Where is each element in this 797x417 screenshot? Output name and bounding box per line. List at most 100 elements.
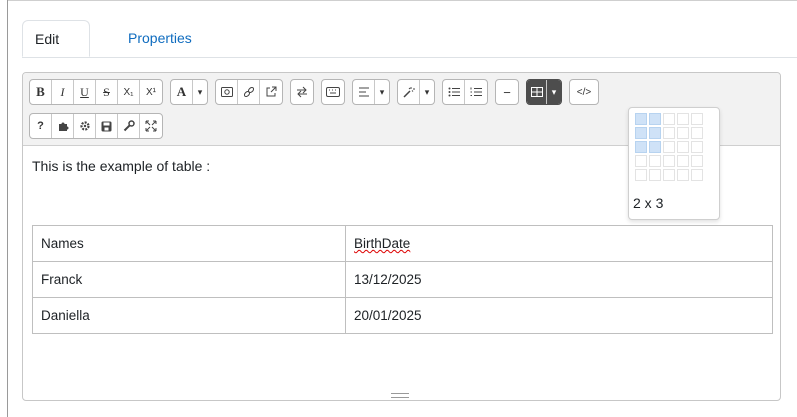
strikethrough-button[interactable]: S: [96, 80, 118, 104]
table-size-cell[interactable]: [677, 141, 689, 153]
align-dropdown[interactable]: ▾: [375, 80, 389, 104]
embed-button[interactable]: [260, 80, 282, 104]
clear-format-group: ▾: [397, 79, 435, 105]
numbered-list-icon: [470, 87, 482, 96]
table-size-cell[interactable]: [649, 127, 661, 139]
numbered-list-button[interactable]: [465, 80, 487, 104]
table-size-picker: 2 x 3: [628, 107, 720, 220]
table-size-cell[interactable]: [635, 169, 647, 181]
html-source-button[interactable]: </>: [570, 80, 598, 104]
table-size-cell[interactable]: [649, 113, 661, 125]
table-group: ▾: [526, 79, 562, 105]
table-cell[interactable]: Daniella: [32, 297, 346, 334]
table-size-cell[interactable]: [691, 155, 703, 167]
table-cell[interactable]: 20/01/2025: [345, 297, 773, 334]
arrows-exchange-icon: [297, 86, 307, 98]
tab-edit-page[interactable]: Edit page: [22, 20, 90, 83]
content-table[interactable]: Names BirthDate Franck 13/12/2025 Daniel…: [32, 225, 773, 334]
table-size-cell[interactable]: [691, 141, 703, 153]
tools-group: ?: [29, 113, 163, 139]
image-button[interactable]: [216, 80, 238, 104]
table-size-grid[interactable]: [635, 113, 703, 181]
help-button[interactable]: ?: [30, 114, 52, 138]
table-size-cell[interactable]: [663, 113, 675, 125]
font-color-dropdown[interactable]: ▾: [193, 80, 207, 104]
table-size-cell[interactable]: [635, 127, 647, 139]
fullscreen-button[interactable]: [140, 114, 162, 138]
table-size-cell[interactable]: [649, 141, 661, 153]
table-size-cell[interactable]: [691, 169, 703, 181]
subscript-button[interactable]: X₁: [118, 80, 140, 104]
frame-left-border: [7, 0, 8, 417]
page-tabs: Edit page Properties: [22, 20, 797, 83]
swap-group: [290, 79, 314, 105]
swap-direction-button[interactable]: [291, 80, 313, 104]
keyboard-button[interactable]: [322, 80, 344, 104]
align-button[interactable]: [353, 80, 375, 104]
plugin-button[interactable]: [52, 114, 74, 138]
table-size-cell[interactable]: [635, 155, 647, 167]
resize-handle[interactable]: [391, 393, 409, 398]
gear-icon: [79, 121, 90, 131]
superscript-button[interactable]: X¹: [140, 80, 162, 104]
link-icon: [243, 86, 254, 98]
table-cell[interactable]: Names: [32, 225, 346, 262]
align-icon: [358, 87, 369, 97]
table-icon: [530, 87, 543, 97]
link-button[interactable]: [238, 80, 260, 104]
table-row[interactable]: Franck 13/12/2025: [32, 261, 773, 298]
frame-top-border: [7, 0, 797, 1]
toolbar-row-1: B I U S X₁ X¹ A ▾ ▾ ▾ − ▾ </>: [29, 79, 606, 105]
clear-formatting-button[interactable]: [398, 80, 420, 104]
table-cell[interactable]: BirthDate: [345, 225, 773, 262]
table-row[interactable]: Daniella 20/01/2025: [32, 297, 773, 334]
table-size-cell[interactable]: [663, 127, 675, 139]
table-size-label: 2 x 3: [633, 195, 664, 211]
table-size-cell[interactable]: [691, 127, 703, 139]
puzzle-icon: [58, 122, 68, 131]
italic-button[interactable]: I: [52, 80, 74, 104]
table-size-cell[interactable]: [677, 127, 689, 139]
table-size-cell[interactable]: [677, 155, 689, 167]
settings-button[interactable]: [74, 114, 96, 138]
clear-formatting-dropdown[interactable]: ▾: [420, 80, 434, 104]
align-group: ▾: [352, 79, 390, 105]
table-size-cell[interactable]: [663, 141, 675, 153]
bold-button[interactable]: B: [30, 80, 52, 104]
table-size-cell[interactable]: [663, 169, 675, 181]
table-size-cell[interactable]: [677, 113, 689, 125]
font-color-group: A ▾: [170, 79, 208, 105]
table-size-cell[interactable]: [649, 169, 661, 181]
keyboard-group: [321, 79, 345, 105]
tab-properties[interactable]: Properties: [116, 20, 204, 56]
table-row[interactable]: Names BirthDate: [32, 225, 773, 262]
font-color-button[interactable]: A: [171, 80, 193, 104]
text-style-group: B I U S X₁ X¹: [29, 79, 163, 105]
toolbar-row-2: ?: [29, 113, 170, 139]
table-cell[interactable]: 13/12/2025: [345, 261, 773, 298]
table-dropdown[interactable]: ▾: [547, 80, 561, 104]
save-button[interactable]: [96, 114, 118, 138]
strikethrough-icon: S: [103, 84, 110, 99]
table-cell[interactable]: Franck: [32, 261, 346, 298]
underline-button[interactable]: U: [74, 80, 96, 104]
expand-icon: [145, 120, 157, 132]
table-size-cell[interactable]: [649, 155, 661, 167]
list-group: [442, 79, 488, 105]
table-size-cell[interactable]: [677, 169, 689, 181]
table-button[interactable]: [527, 80, 547, 104]
bullet-list-button[interactable]: [443, 80, 465, 104]
table-size-cell[interactable]: [635, 141, 647, 153]
table-size-cell[interactable]: [663, 155, 675, 167]
table-size-cell[interactable]: [635, 113, 647, 125]
bullet-list-icon: [448, 87, 460, 97]
media-group: [215, 79, 283, 105]
keyboard-icon: [326, 87, 340, 97]
horizontal-rule-button[interactable]: −: [496, 80, 518, 104]
editor-paragraph[interactable]: This is the example of table :: [32, 158, 210, 174]
magic-wand-icon: [402, 87, 415, 98]
html-group: </>: [569, 79, 599, 105]
table-size-cell[interactable]: [691, 113, 703, 125]
external-link-icon: [266, 86, 277, 97]
wrench-button[interactable]: [118, 114, 140, 138]
